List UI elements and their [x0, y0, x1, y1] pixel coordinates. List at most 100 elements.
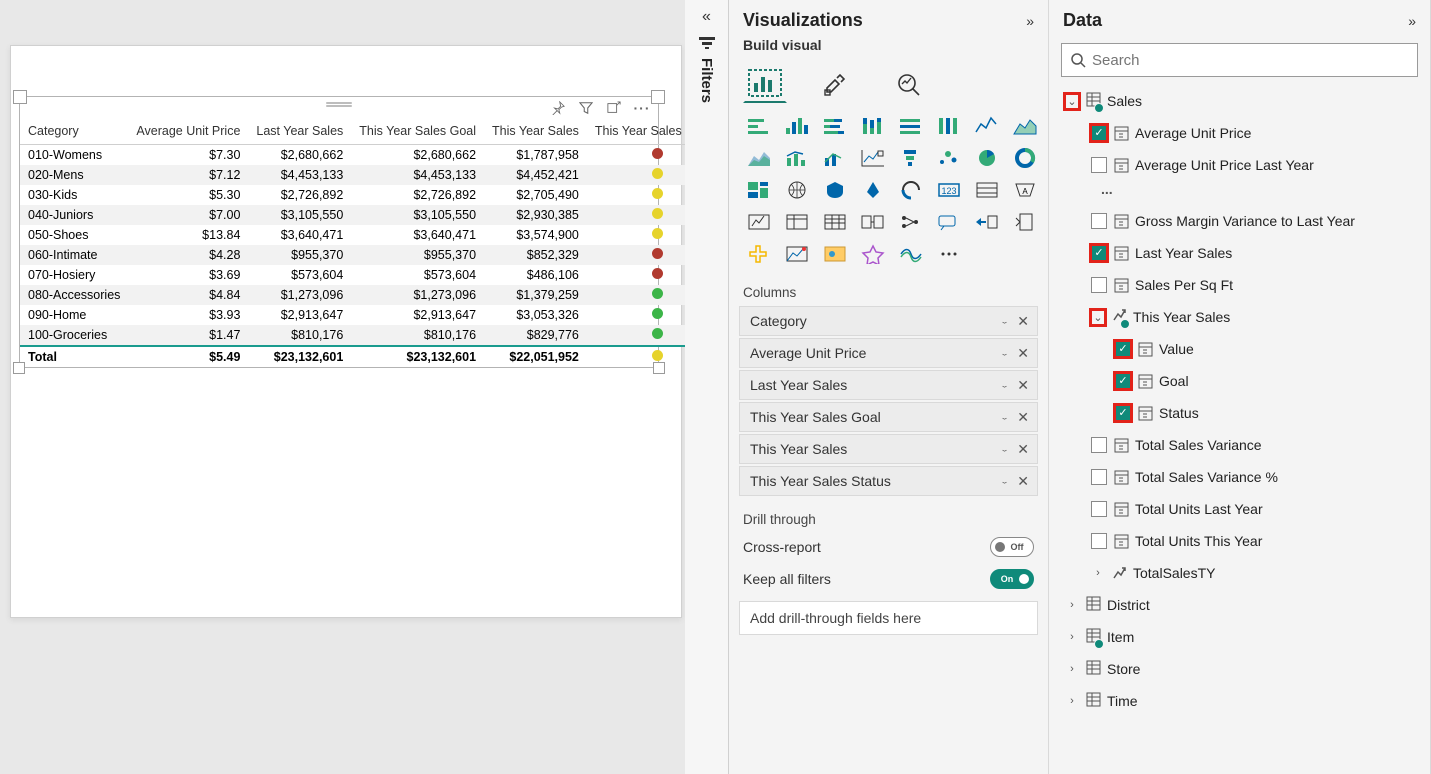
expand-filters-icon[interactable]: » — [702, 8, 711, 26]
chevron-down-icon[interactable]: ⌄ — [1000, 317, 1009, 325]
expand-caret[interactable]: › — [1065, 695, 1079, 707]
expand-caret[interactable]: › — [1091, 567, 1105, 579]
field-total-sales-ty[interactable]: ›TotalSalesTY — [1059, 557, 1420, 589]
viz-type-icon[interactable] — [857, 145, 889, 171]
more-fields[interactable]: ... — [1059, 181, 1420, 205]
viz-type-icon[interactable] — [895, 177, 927, 203]
collapse-viz-icon[interactable]: » — [1026, 13, 1034, 29]
field-item[interactable]: Total Units Last Year — [1059, 493, 1420, 525]
viz-type-icon[interactable] — [971, 145, 1003, 171]
field-item[interactable]: Total Sales Variance — [1059, 429, 1420, 461]
column-field[interactable]: This Year Sales⌄✕ — [739, 434, 1038, 464]
viz-type-icon[interactable] — [781, 145, 813, 171]
chevron-down-icon[interactable]: ⌄ — [1000, 413, 1009, 421]
analytics-tab[interactable] — [887, 63, 931, 103]
viz-type-icon[interactable] — [781, 177, 813, 203]
viz-type-icon[interactable] — [743, 241, 775, 267]
build-visual-tab[interactable] — [743, 63, 787, 103]
viz-type-icon[interactable] — [933, 209, 965, 235]
table-row[interactable]: 040-Juniors$7.00$3,105,550$3,105,550$2,9… — [20, 205, 729, 225]
focus-mode-icon[interactable] — [606, 100, 622, 116]
expand-caret[interactable]: › — [1065, 599, 1079, 611]
search-field[interactable] — [1061, 43, 1418, 77]
viz-type-icon[interactable] — [743, 177, 775, 203]
field-item[interactable]: Sales Per Sq Ft — [1059, 269, 1420, 301]
viz-type-icon[interactable]: 123 — [933, 177, 965, 203]
viz-type-icon[interactable] — [1009, 113, 1041, 139]
viz-type-icon[interactable] — [971, 209, 1003, 235]
expand-caret[interactable]: › — [1065, 631, 1079, 643]
drag-handle[interactable] — [326, 101, 352, 109]
viz-type-icon[interactable] — [857, 113, 889, 139]
field-item[interactable]: Average Unit Price Last Year — [1059, 149, 1420, 181]
table-row[interactable]: 060-Intimate$4.28$955,370$955,370$852,32… — [20, 245, 729, 265]
field-checkbox[interactable] — [1091, 437, 1107, 453]
table-visual[interactable]: ··· CategoryAverage Unit PriceLast Year … — [19, 96, 659, 368]
column-field[interactable]: This Year Sales Goal⌄✕ — [739, 402, 1038, 432]
viz-type-icon[interactable] — [895, 209, 927, 235]
column-header[interactable]: Average Unit Price — [128, 119, 248, 145]
field-checkbox[interactable] — [1091, 501, 1107, 517]
chevron-down-icon[interactable]: ⌄ — [1000, 381, 1009, 389]
field-item[interactable]: Average Unit Price — [1059, 117, 1420, 149]
expand-caret[interactable]: ⌄ — [1091, 310, 1105, 325]
table-district[interactable]: ›District — [1059, 589, 1420, 621]
table-item[interactable]: ›Item — [1059, 621, 1420, 653]
viz-type-icon[interactable] — [743, 209, 775, 235]
table-row[interactable]: 020-Mens$7.12$4,453,133$4,453,133$4,452,… — [20, 165, 729, 185]
drill-through-dropzone[interactable]: Add drill-through fields here — [739, 601, 1038, 635]
pin-icon[interactable] — [550, 100, 566, 116]
field-checkbox[interactable] — [1091, 125, 1107, 141]
viz-type-icon[interactable] — [781, 113, 813, 139]
field-checkbox[interactable] — [1115, 373, 1131, 389]
table-row[interactable]: 080-Accessories$4.84$1,273,096$1,273,096… — [20, 285, 729, 305]
viz-type-icon[interactable] — [933, 145, 965, 171]
viz-type-icon[interactable] — [819, 145, 851, 171]
viz-type-icon[interactable] — [819, 209, 851, 235]
table-row[interactable]: 070-Hosiery$3.69$573,604$573,604$486,106 — [20, 265, 729, 285]
table-row[interactable]: 010-Womens$7.30$2,680,662$2,680,662$1,78… — [20, 145, 729, 166]
field-item[interactable]: Value — [1059, 333, 1420, 365]
column-field[interactable]: Average Unit Price⌄✕ — [739, 338, 1038, 368]
remove-field-icon[interactable]: ✕ — [1017, 409, 1029, 426]
viz-type-icon[interactable] — [781, 241, 813, 267]
expand-caret[interactable]: ⌄ — [1065, 94, 1079, 109]
viz-type-icon[interactable] — [857, 209, 889, 235]
viz-type-icon[interactable] — [819, 177, 851, 203]
keep-filters-toggle[interactable]: On — [990, 569, 1034, 589]
chevron-down-icon[interactable]: ⌄ — [1000, 349, 1009, 357]
field-checkbox[interactable] — [1091, 213, 1107, 229]
table-store[interactable]: ›Store — [1059, 653, 1420, 685]
chevron-down-icon[interactable]: ⌄ — [1000, 445, 1009, 453]
field-item[interactable]: Total Sales Variance % — [1059, 461, 1420, 493]
viz-type-icon[interactable] — [781, 209, 813, 235]
more-options-icon[interactable]: ··· — [634, 100, 650, 116]
chevron-down-icon[interactable]: ⌄ — [1000, 477, 1009, 485]
viz-type-icon[interactable] — [1009, 209, 1041, 235]
viz-type-icon[interactable] — [743, 145, 775, 171]
column-header[interactable]: Last Year Sales — [248, 119, 351, 145]
table-row[interactable]: 100-Groceries$1.47$810,176$810,176$829,7… — [20, 325, 729, 346]
field-checkbox[interactable] — [1091, 157, 1107, 173]
viz-type-icon[interactable] — [895, 113, 927, 139]
viz-type-icon[interactable] — [743, 113, 775, 139]
filters-rail[interactable]: » Filters — [685, 0, 729, 774]
field-item[interactable]: Last Year Sales — [1059, 237, 1420, 269]
field-checkbox[interactable] — [1091, 245, 1107, 261]
field-checkbox[interactable] — [1115, 405, 1131, 421]
remove-field-icon[interactable]: ✕ — [1017, 473, 1029, 490]
column-header[interactable]: This Year Sales Goal — [351, 119, 484, 145]
viz-type-icon[interactable] — [895, 241, 927, 267]
viz-type-icon[interactable] — [1009, 145, 1041, 171]
viz-type-icon[interactable] — [857, 177, 889, 203]
cross-report-toggle[interactable]: Off — [990, 537, 1034, 557]
remove-field-icon[interactable]: ✕ — [1017, 441, 1029, 458]
viz-type-icon[interactable] — [971, 113, 1003, 139]
report-page[interactable]: ··· CategoryAverage Unit PriceLast Year … — [10, 45, 682, 618]
column-field[interactable]: This Year Sales Status⌄✕ — [739, 466, 1038, 496]
viz-type-icon[interactable] — [933, 241, 965, 267]
remove-field-icon[interactable]: ✕ — [1017, 313, 1029, 330]
remove-field-icon[interactable]: ✕ — [1017, 345, 1029, 362]
field-checkbox[interactable] — [1091, 533, 1107, 549]
field-item[interactable]: Status — [1059, 397, 1420, 429]
